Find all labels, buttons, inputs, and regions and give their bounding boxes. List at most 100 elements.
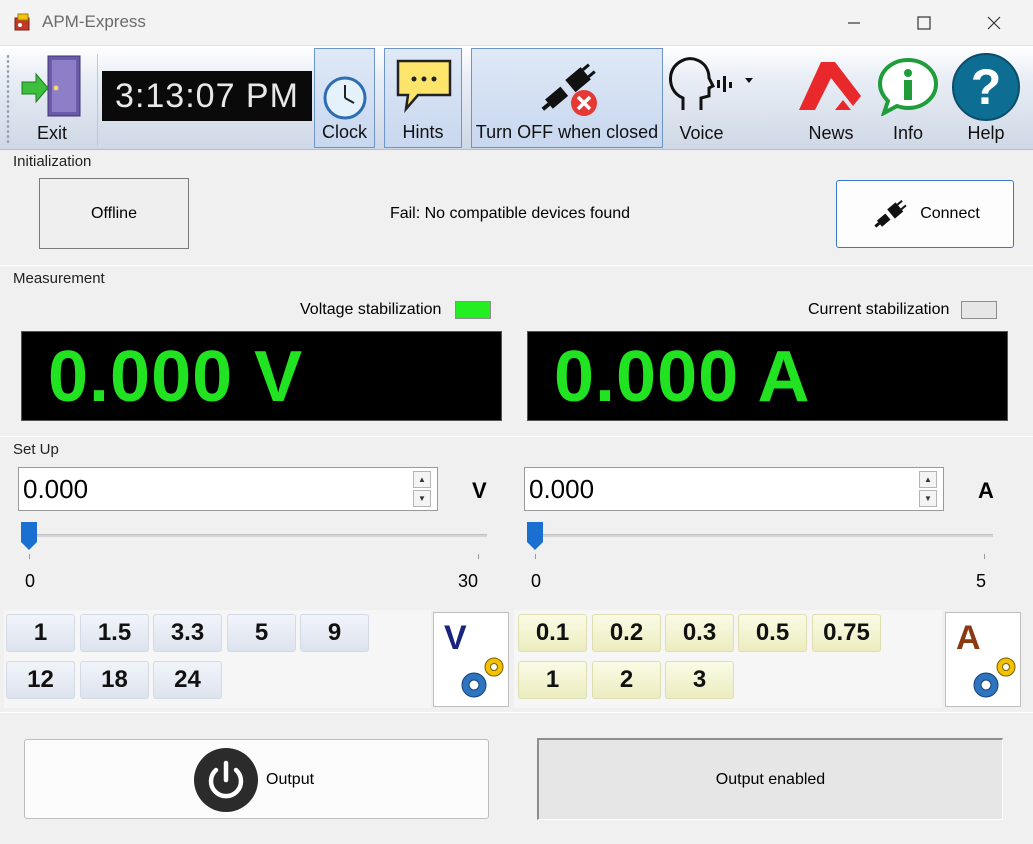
turn-off-when-closed-button[interactable]: Turn OFF when closed <box>471 48 663 148</box>
unplug-icon <box>541 63 597 116</box>
current-config-button[interactable]: A <box>945 612 1021 707</box>
help-button[interactable]: ? Help <box>948 48 1024 148</box>
current-max-label: 5 <box>976 571 987 591</box>
current-increment-button[interactable]: ▲ <box>919 471 937 488</box>
voltage-decrement-button[interactable]: ▼ <box>413 490 431 507</box>
clock-button[interactable]: Clock <box>314 48 375 148</box>
voltage-increment-button[interactable]: ▲ <box>413 471 431 488</box>
turn-off-label: Turn OFF when closed <box>475 122 659 142</box>
voltage-display: 0.000 V <box>21 331 502 421</box>
voltage-preset-button[interactable]: 24 <box>153 661 222 699</box>
maximize-icon <box>917 16 931 30</box>
voltage-unit: V <box>472 478 487 503</box>
toolbar-separator <box>97 54 98 146</box>
app-icon <box>13 12 33 32</box>
group-separator <box>0 712 1033 713</box>
speech-bubble-icon <box>396 59 452 113</box>
voltage-preset-button[interactable]: 18 <box>80 661 149 699</box>
output-label: Output <box>266 771 315 788</box>
voice-head-icon <box>669 57 753 110</box>
slider-tick <box>984 554 985 559</box>
window-title: APM-Express <box>42 12 146 31</box>
status-message: Fail: No compatible devices found <box>389 205 631 222</box>
voltage-min-label: 0 <box>25 571 36 591</box>
current-stabilization-indicator <box>961 301 997 319</box>
output-button[interactable]: Output <box>24 739 489 819</box>
clock-icon <box>323 76 367 120</box>
clock-display: 3:13:07 PM <box>102 71 312 121</box>
voltage-config-button[interactable]: V <box>433 612 509 707</box>
news-logo-icon <box>799 62 861 110</box>
gears-icon <box>461 657 504 698</box>
current-unit: A <box>978 478 994 503</box>
current-preset-button[interactable]: 0.75 <box>812 614 881 652</box>
news-label: News <box>808 123 854 143</box>
slider-tick <box>29 554 30 559</box>
minimize-button[interactable] <box>819 0 889 46</box>
voice-label: Voice <box>679 123 724 143</box>
help-icon: ? <box>952 53 1020 121</box>
current-preset-button[interactable]: 1 <box>518 661 587 699</box>
current-setpoint-value: 0.000 <box>529 474 595 504</box>
info-icon <box>877 57 939 116</box>
clock-label: Clock <box>321 122 367 142</box>
power-icon <box>194 748 258 812</box>
current-preset-button[interactable]: 0.2 <box>592 614 661 652</box>
current-setpoint-input[interactable]: 0.000 ▲ ▼ <box>524 467 944 511</box>
voltage-stabilization-label: Voltage stabilization <box>300 301 442 318</box>
voltage-preset-button[interactable]: 12 <box>6 661 75 699</box>
output-status-text: Output enabled <box>715 770 826 788</box>
current-preset-button[interactable]: 0.5 <box>738 614 807 652</box>
minimize-icon <box>848 22 860 24</box>
exit-label: Exit <box>36 123 67 143</box>
current-slider-thumb[interactable] <box>527 522 543 550</box>
current-stabilization-label: Current stabilization <box>808 301 950 318</box>
current-preset-button[interactable]: 0.3 <box>665 614 734 652</box>
voltage-setpoint-value: 0.000 <box>23 474 89 504</box>
group-separator <box>0 265 1033 266</box>
current-decrement-button[interactable]: ▼ <box>919 490 937 507</box>
toolbar-grip <box>6 54 10 144</box>
setup-group-label: Set Up <box>13 441 59 458</box>
voltage-slider[interactable] <box>22 534 487 537</box>
current-preset-button[interactable]: 3 <box>665 661 734 699</box>
voltage-preset-button[interactable]: 3.3 <box>153 614 222 652</box>
gears-icon <box>973 657 1016 698</box>
info-label: Info <box>892 123 924 143</box>
voltage-max-label: 30 <box>458 571 479 591</box>
plug-icon <box>874 200 907 228</box>
close-button[interactable] <box>959 0 1029 46</box>
initialization-group-label: Initialization <box>13 153 92 170</box>
voltage-preset-button[interactable]: 5 <box>227 614 296 652</box>
output-status: Output enabled <box>537 738 1003 820</box>
current-min-label: 0 <box>531 571 542 591</box>
maximize-button[interactable] <box>889 0 959 46</box>
voice-button[interactable]: Voice <box>665 48 760 148</box>
connection-state-box: Offline <box>39 178 189 249</box>
help-label: Help <box>967 123 1005 143</box>
exit-button[interactable]: Exit <box>12 48 92 148</box>
connect-label: Connect <box>920 205 980 222</box>
voltage-preset-button[interactable]: 1.5 <box>80 614 149 652</box>
voltage-slider-thumb[interactable] <box>21 522 37 550</box>
voltage-preset-button[interactable]: 1 <box>6 614 75 652</box>
slider-tick <box>478 554 479 559</box>
hints-button[interactable]: Hints <box>384 48 462 148</box>
current-preset-button[interactable]: 0.1 <box>518 614 587 652</box>
connection-state-text: Offline <box>91 204 137 222</box>
svg-text:?: ? <box>971 59 1002 115</box>
news-button[interactable]: News <box>793 48 869 148</box>
voltage-stabilization-indicator <box>455 301 491 319</box>
voltage-preset-button[interactable]: 9 <box>300 614 369 652</box>
current-preset-button[interactable]: 2 <box>592 661 661 699</box>
close-icon <box>987 16 1001 30</box>
voltage-setpoint-input[interactable]: 0.000 ▲ ▼ <box>18 467 438 511</box>
toolbar: Exit 3:13:07 PM Clock Hints Turn OFF whe… <box>0 46 1033 150</box>
current-display: 0.000 A <box>527 331 1008 421</box>
group-separator <box>0 436 1033 437</box>
info-button[interactable]: Info <box>872 48 944 148</box>
connect-button[interactable]: Connect <box>836 180 1014 248</box>
measurement-group-label: Measurement <box>13 270 105 287</box>
hints-label: Hints <box>402 122 444 142</box>
current-slider[interactable] <box>528 534 993 537</box>
